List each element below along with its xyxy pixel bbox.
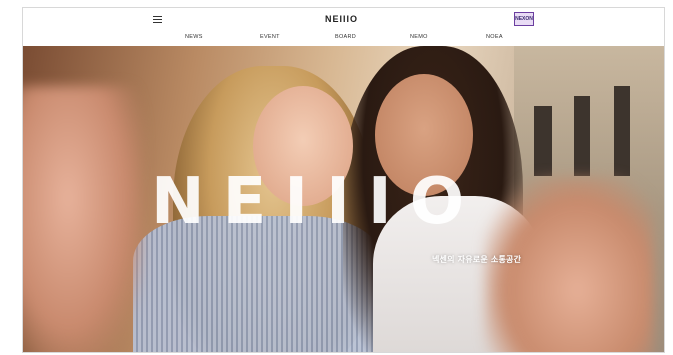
nav-item-nemo[interactable]: NEMO (410, 34, 428, 40)
nav-item-board[interactable]: BOARD (335, 34, 356, 40)
site-logo[interactable]: NEIIIO (325, 14, 358, 24)
badge-label: NEXON (515, 16, 533, 22)
main-nav: NEWS EVENT BOARD NEMO NOEA (23, 34, 664, 44)
nexon-badge[interactable]: NEXON (514, 12, 534, 26)
browser-viewport: NEIIIO NEXON NEWS EVENT BOARD NEMO NOEA … (22, 7, 665, 353)
hero-tagline: 넥센의 자유로운 소통공간 (432, 255, 522, 264)
hero-banner: NEIIIO 넥센의 자유로운 소통공간 (23, 46, 664, 352)
nav-item-news[interactable]: NEWS (185, 34, 203, 40)
nav-item-event[interactable]: EVENT (260, 34, 280, 40)
nav-item-noea[interactable]: NOEA (486, 34, 503, 40)
hero-brand-logo: NEIIIO (151, 165, 483, 239)
blurred-hand-left (23, 86, 143, 352)
site-header: NEIIIO NEXON NEWS EVENT BOARD NEMO NOEA (23, 8, 664, 46)
hamburger-menu-icon[interactable] (153, 16, 162, 24)
